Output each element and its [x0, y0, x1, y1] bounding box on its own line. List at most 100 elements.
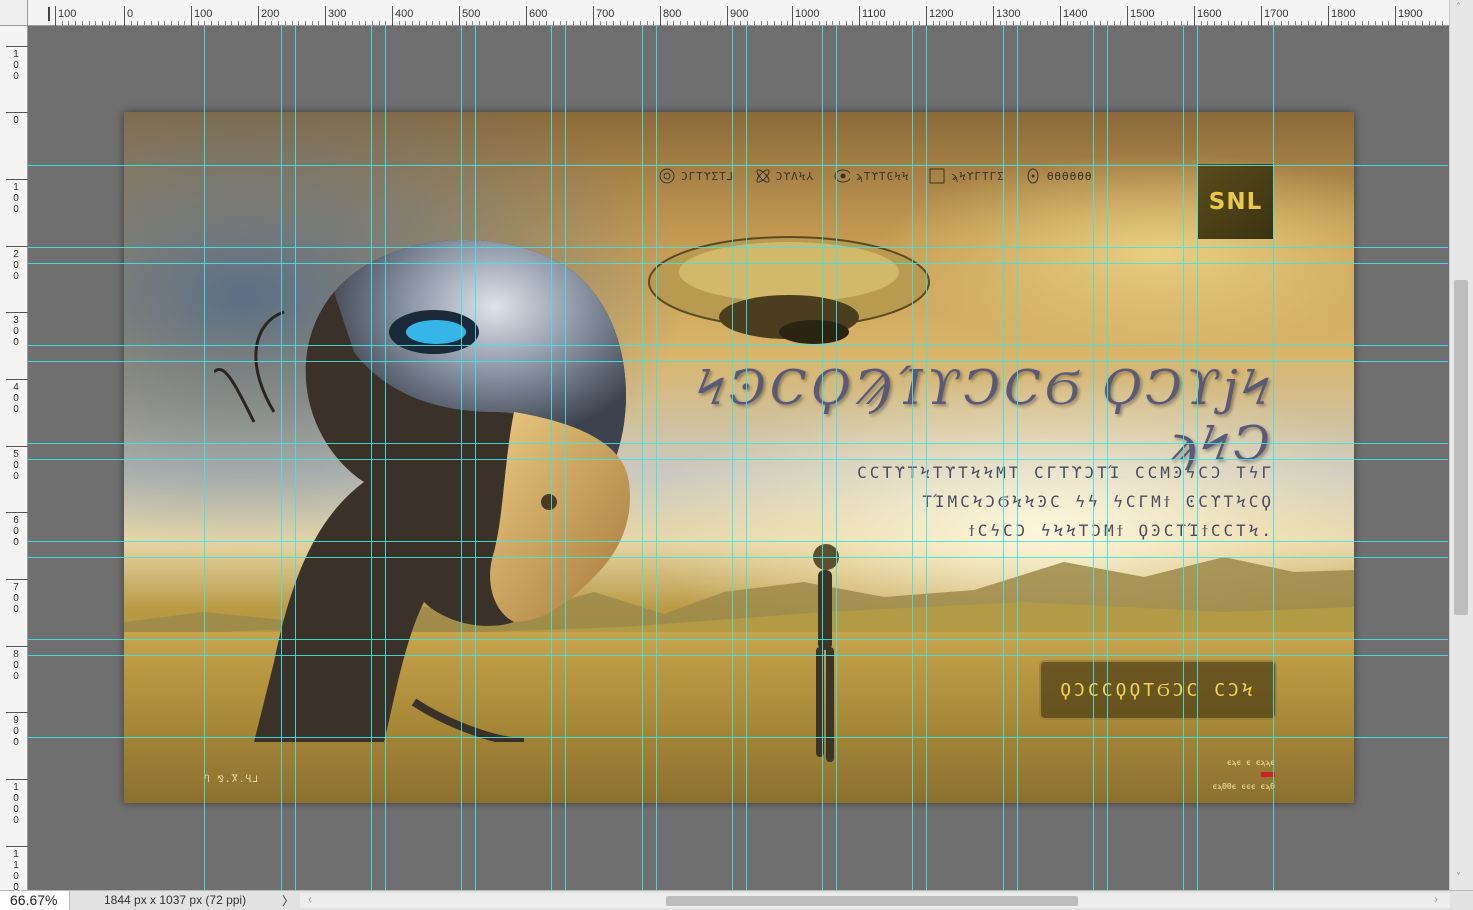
horizontal-guide[interactable] [28, 165, 1448, 166]
vertical-guide[interactable] [551, 26, 552, 890]
vertical-guide[interactable] [746, 26, 747, 890]
horizontal-guide[interactable] [28, 443, 1448, 444]
ruler-label: 0 [127, 8, 134, 20]
vertical-guide[interactable] [912, 26, 913, 890]
ruler-minor-tick [586, 21, 588, 25]
vertical-scrollbar[interactable]: ˄ ˅ [1449, 0, 1473, 890]
vertical-guide[interactable] [1093, 26, 1094, 890]
subtext-line: ϹϹΤϒΤϞΤϒΤϞϞΜΤ ϹΓΤϒϽΤΊ ϹϹΜϿϟϹϽ ΤϟΓ [857, 463, 1274, 482]
horizontal-guide[interactable] [28, 247, 1448, 248]
ruler-minor-tick [291, 21, 293, 25]
vertical-guide[interactable] [656, 26, 657, 890]
ruler-minor-tick [378, 21, 380, 25]
vertical-guide[interactable] [295, 26, 296, 890]
vertical-guide[interactable] [1017, 26, 1018, 890]
ruler-label: 1900 [1398, 8, 1423, 20]
horizontal-ruler[interactable]: 100 0 100 200 300 400 500 600 700 800 900 1000 1100 1… [0, 0, 1457, 26]
vertical-guide[interactable] [461, 26, 462, 890]
vertical-guide[interactable] [1197, 26, 1198, 890]
horizontal-guide[interactable] [28, 263, 1448, 264]
ruler-minor-tick [939, 21, 941, 25]
ruler-minor-tick [1408, 21, 1410, 25]
ruler-minor-tick [1039, 21, 1041, 25]
ruler-minor-tick [633, 21, 635, 25]
ruler-minor-tick [646, 21, 648, 25]
ruler-minor-tick [1106, 21, 1108, 25]
vertical-guide[interactable] [926, 26, 927, 890]
ruler-minor-tick [805, 21, 807, 25]
vertical-guide[interactable] [565, 26, 566, 890]
vertical-guide[interactable] [732, 26, 733, 890]
scroll-up-icon[interactable]: ˄ [1456, 2, 1461, 13]
brand-logo: SNL [1198, 164, 1273, 239]
horizontal-guide[interactable] [28, 557, 1448, 558]
ruler-minor-tick [211, 21, 213, 25]
ruler-minor-tick [177, 21, 179, 25]
scroll-down-icon[interactable]: ˅ [1456, 872, 1461, 883]
vertical-guide[interactable] [1183, 26, 1184, 890]
status-menu-arrow-icon[interactable]: 〉 [282, 892, 294, 909]
horizontal-guide[interactable] [28, 655, 1448, 656]
ruler-minor-tick [1006, 21, 1008, 25]
ruler-minor-tick [1368, 21, 1370, 25]
footer-right-line: ϵϡϵ ϵ ϵϡϡϵ [1226, 758, 1275, 767]
ruler-minor-tick [706, 21, 708, 25]
ruler-minor-tick [1153, 21, 1155, 25]
vertical-guide[interactable] [371, 26, 372, 890]
vertical-guide[interactable] [642, 26, 643, 890]
ruler-minor-tick [673, 21, 675, 25]
vertical-guide[interactable] [281, 26, 282, 890]
vertical-guide[interactable] [1273, 26, 1274, 890]
scroll-right-icon[interactable]: › [1434, 892, 1438, 906]
scroll-left-icon[interactable]: ‹ [308, 892, 312, 906]
ruler-minor-tick [838, 21, 840, 25]
ruler-minor-tick [552, 21, 554, 25]
ruler-minor-tick [1247, 21, 1249, 25]
ruler-minor-tick [1240, 21, 1242, 25]
vertical-scroll-thumb[interactable] [1454, 280, 1468, 615]
horizontal-guide[interactable] [28, 541, 1448, 542]
ruler-minor-tick [747, 21, 749, 25]
atom-icon [754, 168, 770, 184]
nav-item-label: ϽΓΤϒΣΤ⅃ [681, 169, 734, 183]
zoom-level-field[interactable]: 66.67% [0, 891, 70, 910]
ruler-corner[interactable] [0, 0, 28, 26]
ruler-minor-tick [1073, 21, 1075, 25]
ruler-minor-tick [304, 21, 306, 25]
ruler-label: 800 [13, 649, 19, 682]
horizontal-guide[interactable] [28, 361, 1448, 362]
document-canvas[interactable]: ϽΓΤϒΣΤ⅃ ϽϒΛϞ⅄ ϡΤϒΤϾϞϞ ϡϞϒΓΤΓΣ ϴϴϴϴϴϴ SNL… [124, 112, 1354, 803]
horizontal-guide[interactable] [28, 639, 1448, 640]
vertical-guide[interactable] [475, 26, 476, 890]
ruler-minor-tick [101, 21, 103, 25]
vertical-guide[interactable] [822, 26, 823, 890]
vertical-ruler[interactable]: 100 0 100 200 300 400 500 600 700 800 900 1000 1100 [0, 0, 28, 893]
artwork-subtext: ϹϹΤϒΤϞΤϒΤϞϞΜΤ ϹΓΤϒϽΤΊ ϹϹΜϿϟϹϽ ΤϟΓ ΤΊΜϹϞϽ… [724, 458, 1274, 545]
ruler-label: 500 [462, 8, 481, 20]
ruler-minor-tick [1033, 21, 1035, 25]
horizontal-guide[interactable] [28, 459, 1448, 460]
ruler-minor-tick [130, 21, 132, 25]
ruler-minor-tick [1254, 21, 1256, 25]
ruler-minor-tick [1180, 21, 1182, 25]
ruler-label: 400 [395, 8, 414, 20]
ruler-label: 1100 [13, 849, 19, 893]
vertical-guide[interactable] [1107, 26, 1108, 890]
vertical-guide[interactable] [385, 26, 386, 890]
ruler-label: 1100 [862, 8, 886, 20]
vertical-guide[interactable] [836, 26, 837, 890]
horizontal-scrollbar[interactable]: ‹ › [300, 892, 1450, 908]
ruler-label: 500 [13, 449, 19, 482]
ruler-minor-tick [686, 21, 688, 25]
horizontal-guide[interactable] [28, 737, 1448, 738]
horizontal-guide[interactable] [28, 345, 1448, 346]
ruler-label: 600 [529, 8, 548, 20]
vertical-guide[interactable] [1003, 26, 1004, 890]
logo-text: SNL [1208, 188, 1263, 215]
nav-item-label: ϴϴϴϴϴϴ [1046, 169, 1093, 183]
ruler-minor-tick [1080, 21, 1082, 25]
artwork-footer-left: Ⴄ ⅋.Ⴟ.Ⴁ⅃ [204, 775, 259, 785]
vertical-guide[interactable] [204, 26, 205, 890]
ruler-minor-tick [432, 21, 434, 25]
horizontal-scroll-thumb[interactable] [666, 896, 1078, 906]
